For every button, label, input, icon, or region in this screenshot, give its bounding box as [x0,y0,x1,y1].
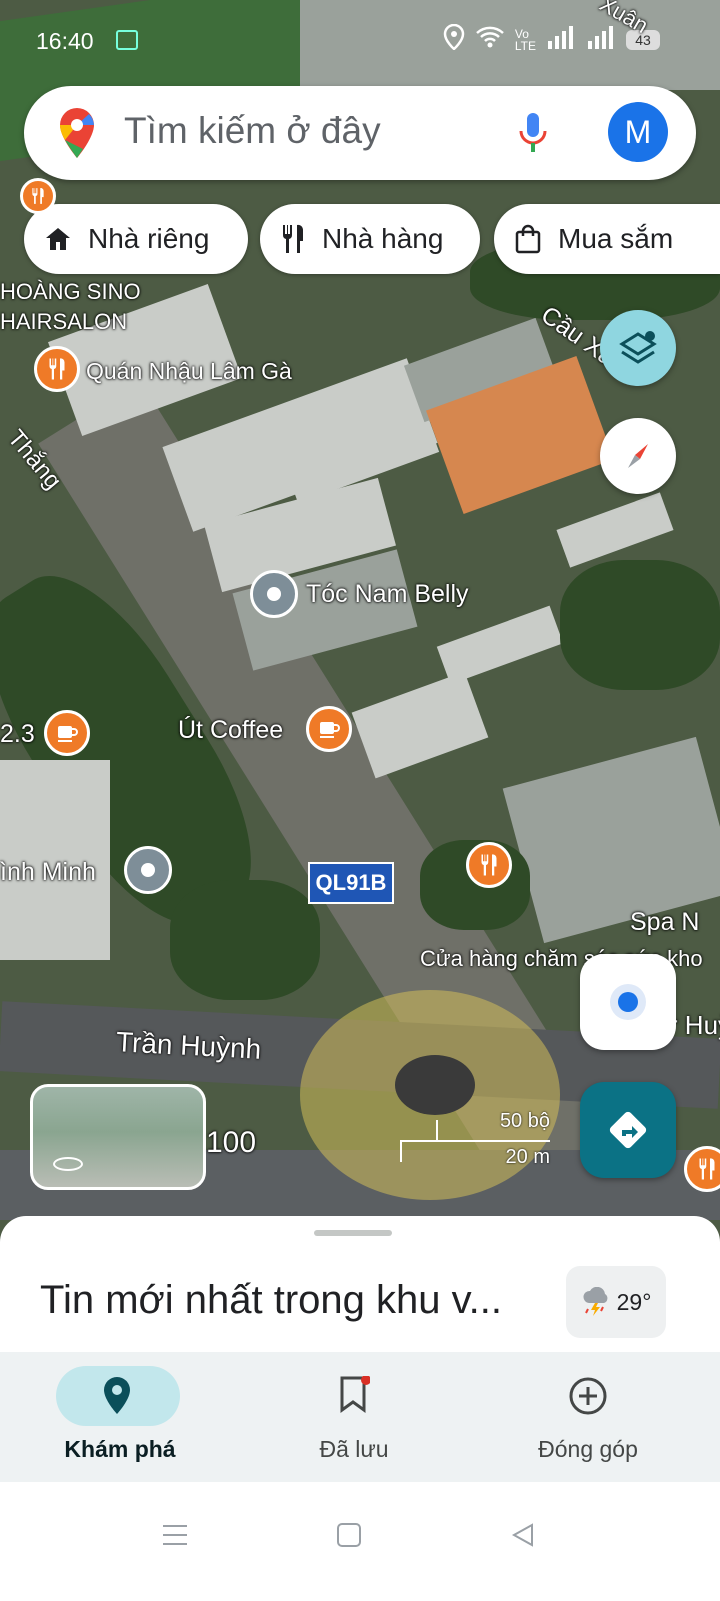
place-pin[interactable] [124,846,172,894]
scale-meters: 20 m [505,1146,550,1168]
directions-button[interactable] [580,1082,676,1178]
thunderstorm-icon [583,1287,607,1316]
restaurant-icon [32,188,44,204]
add-circle-icon [569,1377,607,1415]
sheet-title[interactable]: Tin mới nhất trong khu v... [40,1278,502,1323]
nav-saved[interactable]: Đã lưu [234,1352,474,1482]
search-input[interactable]: Tìm kiếm ở đây [124,110,381,152]
directions-icon [609,1111,647,1149]
map-label-spa[interactable]: Spa N [630,908,699,937]
rotate-360-icon [53,1157,83,1171]
menu-icon[interactable] [162,1522,188,1553]
restaurant-icon [481,854,497,876]
chip-label: Mua sắm [558,223,674,254]
layers-button[interactable] [600,310,676,386]
nav-label-saved: Đã lưu [319,1436,389,1462]
chip-restaurant[interactable]: Nhà hàng [260,204,480,274]
bottom-sheet[interactable]: Tin mới nhất trong khu v... 29° [0,1216,720,1356]
search-bar[interactable]: Tìm kiếm ở đây M [24,86,696,180]
sheet-drag-handle[interactable] [314,1230,392,1236]
weather-chip[interactable]: 29° [566,1266,666,1338]
nav-explore[interactable]: Khám phá [0,1352,240,1482]
coffee-icon [58,726,78,742]
chip-shopping[interactable]: Mua sắm [494,204,720,274]
shopping-bag-icon [514,224,542,254]
volte-icon: Vo LTE [514,27,536,53]
map-label-hairsalon[interactable]: HAIRSALON [0,309,127,335]
restaurant-icon [699,1158,715,1180]
map-label-toc-nam[interactable]: Tóc Nam Belly [306,580,469,609]
street-view-thumbnail[interactable] [30,1084,206,1190]
home-icon [44,226,72,252]
bottom-navigation: Khám phá Đã lưu Đóng góp [0,1352,720,1482]
coffee-pin[interactable] [306,706,352,752]
scale-feet: 50 bộ [499,1110,550,1132]
layers-icon [619,331,657,364]
microphone-icon[interactable] [518,112,548,159]
signal-icon-2 [586,25,616,55]
restaurant-icon [49,358,65,380]
compass-icon [628,444,648,468]
restaurant-pin[interactable] [466,842,512,888]
restaurant-pin[interactable] [20,178,56,214]
map-label-100: 100 [206,1126,257,1159]
nav-label-contribute: Đóng góp [538,1436,638,1462]
account-avatar[interactable]: M [608,102,668,162]
map-label-hoang-sino[interactable]: HOÀNG SINO [0,279,141,305]
restaurant-icon [280,223,306,255]
chip-home[interactable]: Nhà riêng [24,204,248,274]
road-shield-ql91b: QL91B [308,862,394,904]
chip-label: Nhà hàng [322,223,444,254]
home-square-icon[interactable] [336,1522,362,1553]
coffee-icon [320,722,340,738]
chip-label: Nhà riêng [88,223,210,254]
back-icon[interactable] [510,1522,536,1553]
explore-pin-icon [104,1377,130,1414]
signal-icon [546,25,576,55]
status-time: 16:40 [36,28,94,54]
place-dot-icon [267,587,281,601]
nav-contribute[interactable]: Đóng góp [468,1352,708,1482]
nav-label-explore: Khám phá [64,1436,176,1462]
restaurant-pin[interactable] [34,346,80,392]
place-dot-icon [141,863,155,877]
google-maps-logo-icon [58,106,96,165]
coffee-pin[interactable] [44,710,90,756]
bookmark-icon [340,1376,370,1413]
map-scale: 50 bộ 20 m [400,1110,550,1170]
map-label-ut-coffee[interactable]: Út Coffee [178,716,283,745]
system-navigation-bar [0,1482,720,1601]
location-dot-icon [618,992,638,1012]
notification-icon [116,30,138,50]
place-pin[interactable] [250,570,298,618]
weather-temp: 29° [616,1288,652,1315]
map-label-23[interactable]: 2.3 [0,720,35,749]
location-icon [443,23,465,56]
map-label-inh-minh[interactable]: ình Minh [0,858,96,887]
wifi-icon [475,25,505,55]
compass-button[interactable] [600,418,676,494]
map-label-quan-nhau[interactable]: Quán Nhậu Lâm Gà [86,358,292,385]
my-location-button[interactable] [580,954,676,1050]
